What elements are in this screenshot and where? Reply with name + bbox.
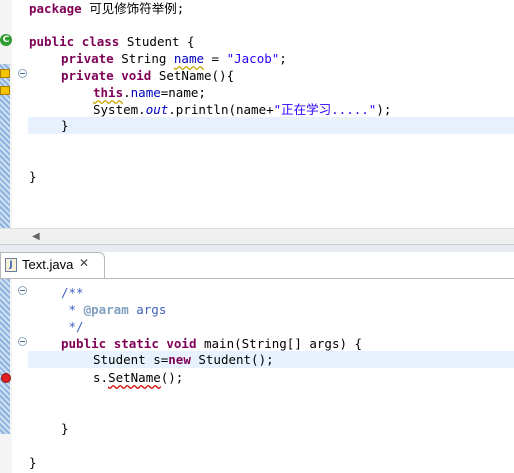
error-icon[interactable] (1, 373, 11, 383)
code-line: System.out.println(name+"正在学习....."); (93, 102, 392, 117)
current-line-highlight (28, 117, 514, 134)
code-line: this.name=name; (93, 85, 206, 100)
warning-icon[interactable] (0, 69, 10, 78)
code-line: private String name = "Jacob"; (61, 51, 287, 66)
code-line: } (29, 455, 37, 470)
student-editor[interactable]: C package 可见修饰符举例; public class Student … (0, 0, 514, 228)
code-line: package 可见修饰符举例; (29, 1, 185, 16)
code-line: public static void main(String[] args) { (61, 336, 363, 351)
fold-toggle-icon[interactable] (18, 286, 27, 295)
java-file-icon: J (5, 258, 17, 272)
code-line: * @param args (61, 302, 167, 317)
code-line: */ (61, 319, 84, 334)
editor-tab-bar: J Text.java ✕ (0, 252, 514, 279)
code-line: public class Student { (29, 34, 195, 49)
class-marker-icon[interactable]: C (0, 34, 12, 46)
code-line: } (61, 421, 69, 436)
text-java-editor[interactable]: /** * @param args */ public static void … (0, 279, 514, 473)
code-line: private void SetName(){ (61, 68, 235, 83)
fold-toggle-icon[interactable] (18, 69, 27, 78)
tab-title: Text.java (22, 257, 74, 272)
change-ruler (0, 279, 10, 434)
code-line: /** (61, 285, 84, 300)
close-icon[interactable]: ✕ (79, 256, 89, 270)
code-line: } (61, 118, 69, 133)
warning-icon[interactable] (0, 86, 10, 95)
tab-text-java[interactable]: J Text.java ✕ (0, 252, 105, 278)
fold-toggle-icon[interactable] (18, 337, 27, 346)
horizontal-scrollbar[interactable]: ◀ (0, 228, 514, 245)
code-line: } (29, 169, 37, 184)
code-line: Student s=new Student(); (93, 352, 274, 367)
scroll-left-icon[interactable]: ◀ (32, 231, 40, 242)
code-line: s.SetName(); (93, 370, 184, 385)
